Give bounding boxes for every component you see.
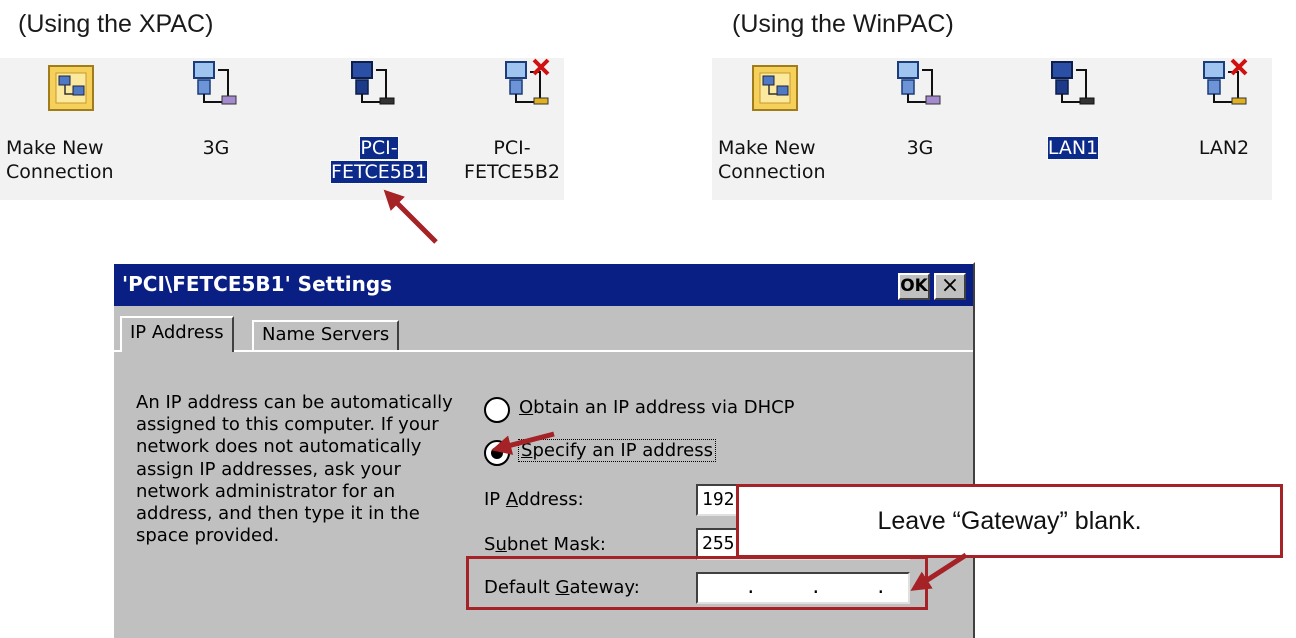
tab-ip-address[interactable]: IP Address	[120, 316, 234, 352]
arrow-to-specify-radio	[491, 431, 555, 455]
arrow-to-pci-fetce5b1	[383, 189, 438, 244]
arrow-to-gateway-box	[910, 552, 968, 591]
